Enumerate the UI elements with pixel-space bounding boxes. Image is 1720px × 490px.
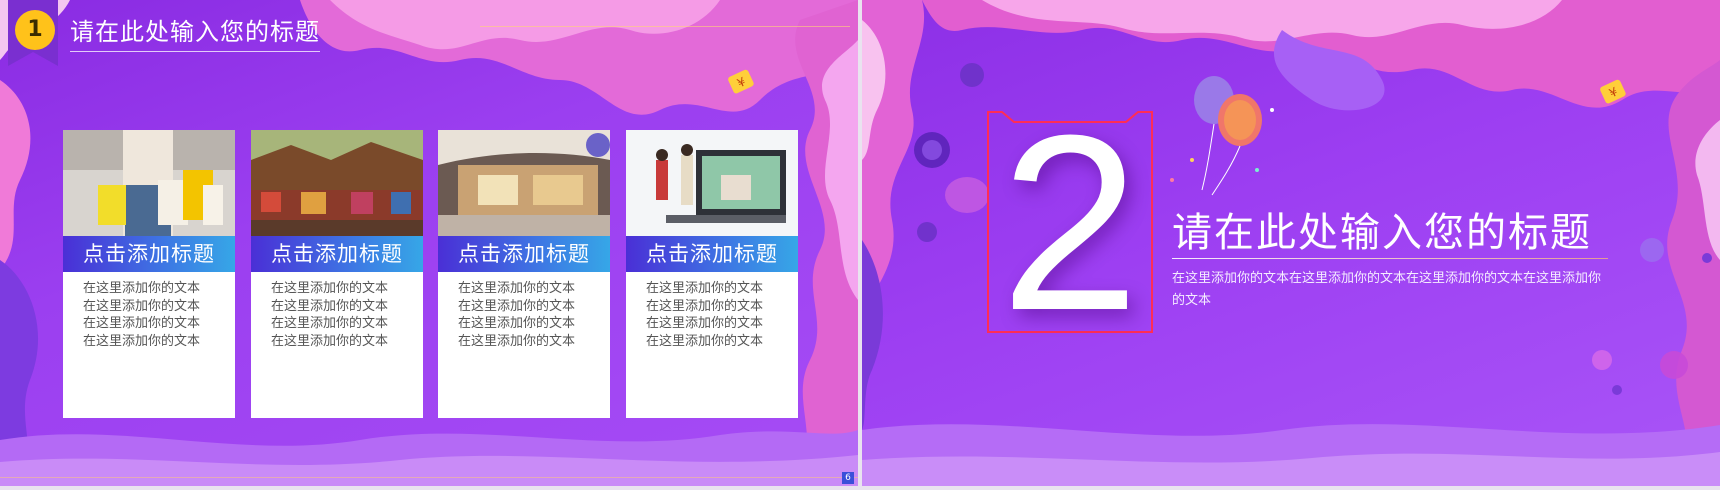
card-4-line-2: 在这里添加你的文本 (646, 298, 764, 314)
online-shopping-photo (626, 130, 798, 236)
card-3-body: 在这里添加你的文本 在这里添加你的文本 在这里添加你的文本 在这里添加你的文本 (438, 280, 610, 350)
page-number: 6 (842, 472, 854, 484)
card-4-line-3: 在这里添加你的文本 (646, 316, 764, 331)
card-2-line-2: 在这里添加你的文本 (271, 298, 389, 314)
section-big-number[interactable]: 2 (982, 98, 1158, 348)
card-4-line-1: 在这里添加你的文本 (646, 281, 764, 296)
card-4[interactable]: 点击添加标题 在这里添加你的文本 在这里添加你的文本 在这里添加你的文本 在这里… (626, 130, 798, 418)
card-1-body: 在这里添加你的文本 在这里添加你的文本 在这里添加你的文本 在这里添加你的文本 (63, 280, 235, 350)
balloons-icon (1170, 76, 1274, 196)
slide-right[interactable]: ¥ 2 请在此处输入您的标题 在这里添加你的文本在这里添加你的文本在这里添加你的… (862, 0, 1720, 486)
slide-left[interactable]: ¥ 1 请在此处输入您的标题 点击添加标题 在这里添加你的文本 在这里添加你的文… (0, 0, 858, 486)
card-3[interactable]: 点击添加标题 在这里添加你的文本 在这里添加你的文本 在这里添加你的文本 在这里… (438, 130, 610, 418)
card-3-title[interactable]: 点击添加标题 (438, 236, 610, 272)
page-title[interactable]: 请在此处输入您的标题 (70, 12, 320, 52)
card-2-line-1: 在这里添加你的文本 (271, 281, 389, 296)
card-1-line-3: 在这里添加你的文本 (83, 316, 201, 331)
card-4-line-4: 在这里添加你的文本 (646, 333, 764, 349)
card-4-title[interactable]: 点击添加标题 (626, 236, 798, 272)
card-4-body: 在这里添加你的文本 在这里添加你的文本 在这里添加你的文本 在这里添加你的文本 (626, 280, 798, 350)
card-3-line-2: 在这里添加你的文本 (458, 298, 576, 314)
card-2-line-3: 在这里添加你的文本 (271, 316, 389, 331)
card-1-title[interactable]: 点击添加标题 (63, 236, 235, 272)
card-1[interactable]: 点击添加标题 在这里添加你的文本 在这里添加你的文本 在这里添加你的文本 在这里… (63, 130, 235, 418)
card-1-line-4: 在这里添加你的文本 (83, 333, 201, 349)
card-3-line-4: 在这里添加你的文本 (458, 333, 576, 349)
bottom-divider (0, 477, 858, 478)
card-2-line-4: 在这里添加你的文本 (271, 333, 389, 349)
title-divider (1172, 258, 1608, 259)
card-2-title[interactable]: 点击添加标题 (251, 236, 423, 272)
header-divider (480, 26, 850, 27)
card-1-line-1: 在这里添加你的文本 (83, 281, 201, 296)
market-street-photo (251, 130, 423, 236)
section-number-badge: 1 (15, 10, 55, 50)
section-description[interactable]: 在这里添加你的文本在这里添加你的文本在这里添加你的文本在这里添加你的文本 (1172, 268, 1608, 312)
shopping-bags-photo (63, 130, 235, 236)
card-3-line-1: 在这里添加你的文本 (458, 281, 576, 296)
shopping-mall-photo (438, 130, 610, 236)
card-1-line-2: 在这里添加你的文本 (83, 298, 201, 314)
section-title[interactable]: 请在此处输入您的标题 (1172, 200, 1592, 258)
card-3-line-3: 在这里添加你的文本 (458, 316, 576, 331)
card-2-body: 在这里添加你的文本 在这里添加你的文本 在这里添加你的文本 在这里添加你的文本 (251, 280, 423, 350)
card-2[interactable]: 点击添加标题 在这里添加你的文本 在这里添加你的文本 在这里添加你的文本 在这里… (251, 130, 423, 418)
